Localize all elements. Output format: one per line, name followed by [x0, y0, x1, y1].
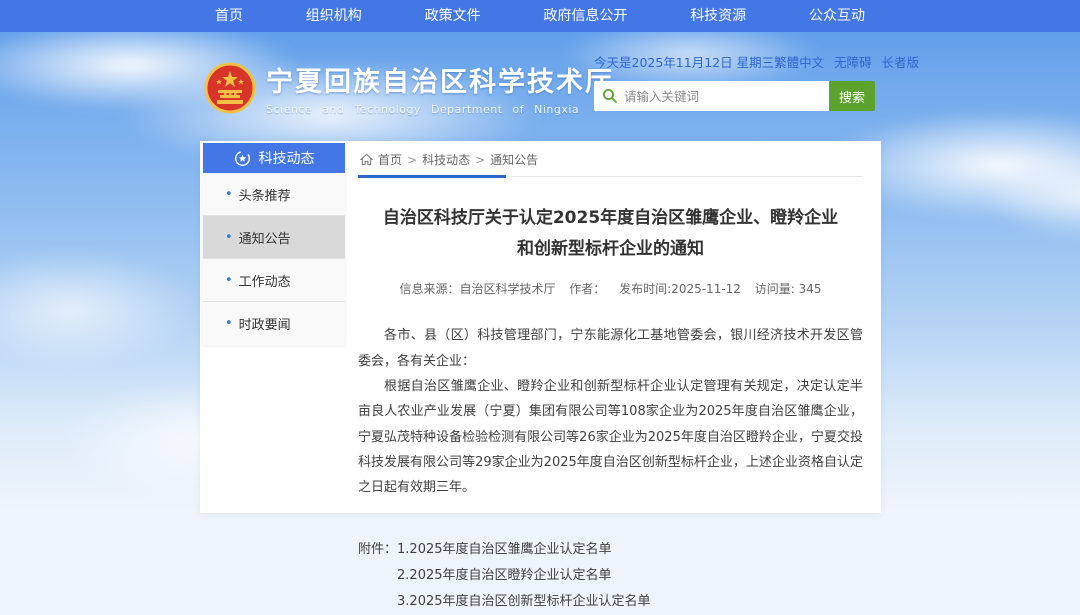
nav-item-interaction[interactable]: 公众互动 [809, 0, 865, 32]
article-title: 自治区科技厅关于认定2025年度自治区雏鹰企业、瞪羚企业 和创新型标杆企业的通知 [358, 203, 863, 264]
breadcrumb-section[interactable]: 科技动态 [422, 151, 470, 168]
search-icon [602, 88, 618, 104]
search-input[interactable] [624, 89, 821, 104]
search-box [594, 81, 829, 111]
bullet-dot-icon: • [225, 230, 233, 245]
sidebar-item-label: 工作动态 [239, 271, 291, 290]
home-icon [360, 153, 373, 166]
article-title-line2: 和创新型标杆企业的通知 [358, 234, 863, 265]
cloud-decoration [0, 250, 200, 370]
header-utility-area: 今天是2025年11月12日 星期三 繁體中文 无障碍 长者版 搜索 [594, 52, 875, 111]
sidebar-item-label: 通知公告 [239, 228, 291, 247]
bullet-dot-icon: • [225, 187, 233, 202]
bullet-dot-icon: • [225, 316, 233, 331]
link-elderly-version[interactable]: 长者版 [882, 52, 920, 71]
meta-author: 作者： [569, 282, 605, 296]
link-traditional-chinese[interactable]: 繁體中文 [774, 52, 824, 71]
attachment-link-3[interactable]: 3.2025年度自治区创新型标杆企业认定名单 [397, 589, 651, 615]
nav-item-gov-info[interactable]: 政府信息公开 [543, 0, 627, 32]
breadcrumb-home[interactable]: 首页 [378, 151, 402, 168]
article-paragraph: 各市、县（区）科技管理部门，宁东能源化工基地管委会，银川经济技术开发区管委会，各… [358, 323, 863, 374]
attachment-link-1[interactable]: 1.2025年度自治区雏鹰企业认定名单 [397, 537, 651, 563]
current-date-text: 今天是2025年11月12日 星期三 [594, 52, 774, 71]
sidebar-item-headlines[interactable]: • 头条推荐 [203, 173, 345, 216]
sidebar-header: 科技动态 [203, 143, 345, 173]
attachment-link-2[interactable]: 2.2025年度自治区瞪羚企业认定名单 [397, 563, 651, 589]
attachments-label: 附件： [358, 537, 397, 615]
article-title-line1: 自治区科技厅关于认定2025年度自治区雏鹰企业、瞪羚企业 [358, 203, 863, 234]
site-subtitle: Science and Technology Department of Nin… [266, 103, 614, 116]
sidebar-item-work-updates[interactable]: • 工作动态 [203, 259, 345, 302]
sidebar-section-icon [234, 150, 251, 167]
site-logo-area: 宁夏回族自治区科学技术厅 Science and Technology Depa… [204, 60, 614, 116]
meta-publish: 发布时间:2025-11-12 [619, 282, 741, 296]
nav-item-home[interactable]: 首页 [215, 0, 243, 32]
article-body: 各市、县（区）科技管理部门，宁东能源化工基地管委会，银川经济技术开发区管委会，各… [358, 323, 863, 500]
nav-item-organization[interactable]: 组织机构 [306, 0, 362, 32]
article-content-area: 首页 > 科技动态 > 通知公告 自治区科技厅关于认定2025年度自治区雏鹰企业… [358, 141, 863, 615]
site-title: 宁夏回族自治区科学技术厅 [266, 60, 614, 99]
sidebar-title: 科技动态 [259, 148, 315, 168]
nav-item-policy[interactable]: 政策文件 [425, 0, 481, 32]
national-emblem-icon [204, 62, 256, 114]
article-paragraph: 根据自治区雏鹰企业、瞪羚企业和创新型标杆企业认定管理有关规定，决定认定半亩良人农… [358, 374, 863, 501]
main-content-card: 科技动态 • 头条推荐 • 通知公告 • 工作动态 • 时政要闻 [200, 141, 881, 513]
meta-views: 访问量: 345 [755, 282, 822, 296]
sidebar-item-label: 头条推荐 [239, 185, 291, 204]
sidebar-item-label: 时政要闻 [239, 314, 291, 333]
meta-source: 信息来源：自治区科学技术厅 [399, 282, 555, 296]
nav-item-resources[interactable]: 科技资源 [690, 0, 746, 32]
breadcrumb-separator: > [407, 153, 417, 167]
link-accessibility[interactable]: 无障碍 [834, 52, 872, 71]
sidebar-item-notices[interactable]: • 通知公告 [203, 216, 345, 259]
breadcrumb-separator: > [475, 153, 485, 167]
sidebar-item-current-affairs[interactable]: • 时政要闻 [203, 302, 345, 345]
attachments-block: 附件： 1.2025年度自治区雏鹰企业认定名单 2.2025年度自治区瞪羚企业认… [358, 537, 863, 615]
sidebar: 科技动态 • 头条推荐 • 通知公告 • 工作动态 • 时政要闻 [203, 143, 345, 345]
top-navigation-bar: 首页 组织机构 政策文件 政府信息公开 科技资源 公众互动 [0, 0, 1080, 32]
bullet-dot-icon: • [225, 273, 233, 288]
breadcrumb-current[interactable]: 通知公告 [490, 151, 538, 168]
breadcrumb: 首页 > 科技动态 > 通知公告 [358, 141, 863, 177]
article-meta: 信息来源：自治区科学技术厅 作者： 发布时间:2025-11-12 访问量: 3… [358, 280, 863, 309]
search-button[interactable]: 搜索 [829, 81, 875, 111]
